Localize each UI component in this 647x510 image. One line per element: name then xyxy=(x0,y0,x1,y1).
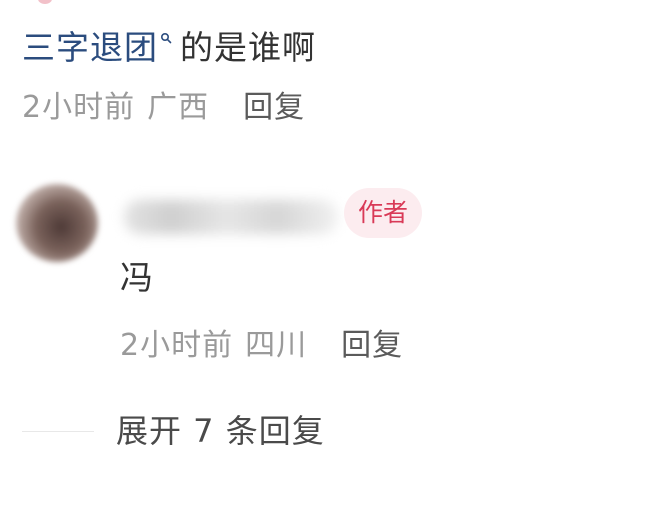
author-badge: 作者 xyxy=(344,188,423,238)
comment-meta: 2小时前 广西 回复 xyxy=(22,90,631,126)
comment-body: 的是谁啊 xyxy=(180,28,316,67)
reply-text: 冯 xyxy=(120,258,153,297)
reply-button[interactable]: 回复 xyxy=(341,328,403,363)
search-icon[interactable] xyxy=(160,32,172,44)
reply-location: 四川 xyxy=(245,328,308,363)
comment-time: 2小时前 xyxy=(22,90,136,125)
reply-time: 2小时前 xyxy=(120,328,234,363)
expand-replies[interactable]: 展开 7 条回复 xyxy=(22,410,325,452)
comment-location: 广西 xyxy=(147,90,210,125)
mention-link[interactable]: 三字退团 xyxy=(22,28,158,67)
username[interactable] xyxy=(124,200,338,234)
expand-divider xyxy=(22,430,94,432)
comment: 三字退团 的是谁啊 2小时前 广西 回复 xyxy=(22,28,631,126)
expand-replies-label[interactable]: 展开 7 条回复 xyxy=(116,411,325,451)
decorative-dot xyxy=(38,0,52,4)
comment-text: 三字退团 的是谁啊 xyxy=(22,28,631,68)
reply-meta: 2小时前 四川 回复 xyxy=(120,328,403,364)
avatar[interactable] xyxy=(16,184,98,262)
reply-button[interactable]: 回复 xyxy=(243,90,305,125)
